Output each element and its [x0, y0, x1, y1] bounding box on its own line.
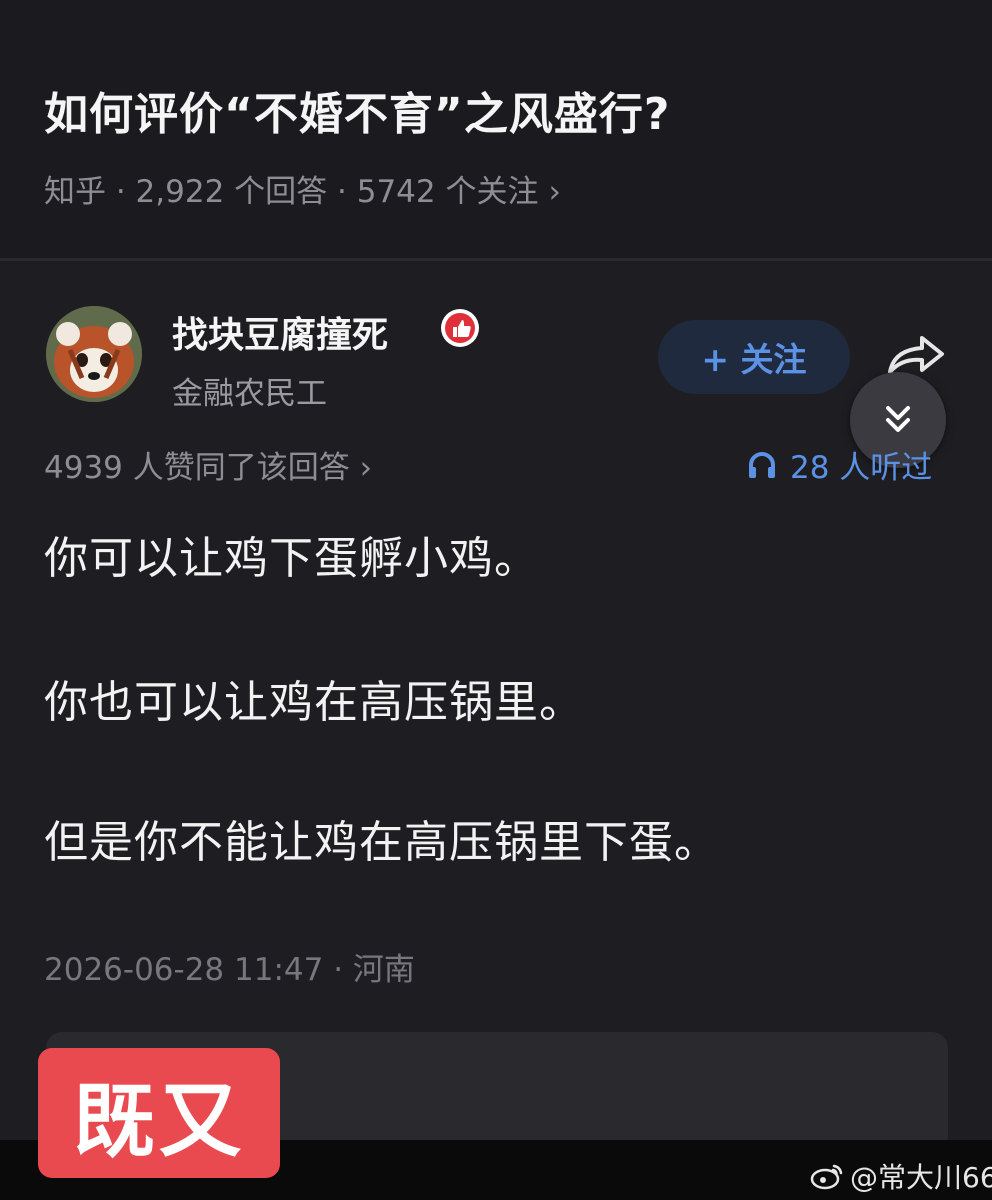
- answer-timestamp: 2026-06-28 11:47 · 河南: [44, 952, 415, 988]
- question-meta[interactable]: 知乎 · 2,922 个回答 · 5742 个关注 ›: [44, 166, 561, 211]
- thumbs-up-badge-icon: [440, 308, 480, 348]
- watermark-text: @常大川66: [850, 1161, 992, 1194]
- headphones-icon: [749, 451, 775, 478]
- weibo-icon: [810, 1164, 843, 1190]
- answer-paragraph: 你可以让鸡下蛋孵小鸡。: [44, 533, 539, 584]
- author-name[interactable]: 找块豆腐撞死: [172, 306, 388, 358]
- follow-button[interactable]: + 关注: [658, 320, 850, 394]
- question-meta-text: 知乎 · 2,922 个回答 · 5742 个关注: [44, 174, 539, 210]
- chevron-right-icon: ›: [548, 174, 561, 210]
- author-bio: 金融农民工: [172, 376, 327, 412]
- red-panda-avatar[interactable]: [46, 306, 142, 402]
- listen-count[interactable]: 28 人听过: [746, 442, 932, 487]
- share-arrow-icon[interactable]: [884, 330, 948, 378]
- watermark: @常大川66: [810, 1156, 992, 1196]
- answer-paragraph: 你也可以让鸡在高压锅里。: [44, 677, 584, 728]
- double-chevron-down-icon: [886, 406, 910, 432]
- answer-paragraph: 但是你不能让鸡在高压锅里下蛋。: [44, 817, 719, 868]
- listen-count-text: 28 人听过: [790, 450, 933, 486]
- likes-count[interactable]: 4939 人赞同了该回答 ›: [44, 442, 372, 487]
- question-title[interactable]: 如何评价“不婚不育”之风盛行?: [44, 78, 670, 142]
- question-header: 如何评价“不婚不育”之风盛行? 知乎 · 2,922 个回答 · 5742 个关…: [0, 0, 992, 258]
- sticker-label: 既又: [38, 1048, 280, 1178]
